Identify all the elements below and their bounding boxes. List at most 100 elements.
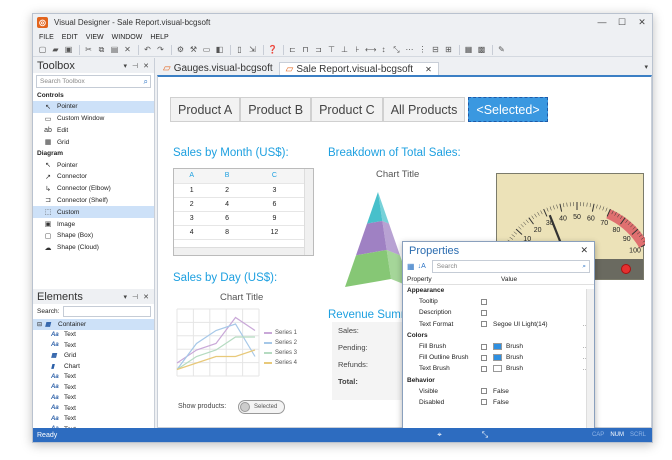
save-icon[interactable]: ▣ — [63, 45, 74, 55]
grid-toggle-icon[interactable]: ▦ — [463, 45, 474, 55]
menu-file[interactable]: FILE — [39, 34, 54, 41]
tab-product-a[interactable]: Product A — [170, 97, 241, 122]
tree-item[interactable]: ▮ Chart — [33, 361, 154, 372]
tab-list-icon[interactable]: ▾ — [644, 63, 648, 71]
snap-icon[interactable]: ▩ — [476, 45, 487, 55]
toolbox-item[interactable]: ↖ Pointer — [33, 159, 154, 171]
toolbox-section-header[interactable]: Controls — [33, 90, 154, 101]
close-icon[interactable]: ✕ — [580, 245, 588, 256]
property-value[interactable]: False — [493, 399, 509, 406]
property-checkbox[interactable] — [481, 298, 487, 305]
pin-icon[interactable]: ⊣ — [132, 62, 138, 70]
toolbox-item[interactable]: ab Edit — [33, 125, 154, 137]
property-checkbox[interactable] — [481, 399, 487, 406]
same-width-icon[interactable]: ⟷ — [365, 45, 376, 55]
property-value[interactable]: False — [493, 388, 509, 395]
paste-icon[interactable]: ▤ — [109, 45, 120, 55]
tree-item[interactable]: ▦ Grid — [33, 351, 154, 362]
horizontal-scrollbar[interactable] — [174, 247, 304, 255]
line-chart[interactable] — [173, 307, 263, 382]
align-left-icon[interactable]: ⊏ — [287, 45, 298, 55]
menu-help[interactable]: HELP — [150, 34, 168, 41]
build-icon[interactable]: ◧ — [214, 45, 225, 55]
toolbox-item[interactable]: ▦ Grid — [33, 136, 154, 148]
tree-root-container[interactable]: ⊟ ▦ Container — [33, 319, 154, 330]
cut-icon[interactable]: ✂ — [83, 45, 94, 55]
table-row[interactable]: 246 — [174, 197, 304, 212]
export-icon[interactable]: ⇲ — [247, 45, 258, 55]
property-row[interactable]: Visible False — [403, 386, 594, 397]
wrench-icon[interactable]: ⚒ — [188, 45, 199, 55]
toolbox-item[interactable]: ⊐ Connector (Shelf) — [33, 195, 154, 207]
settings-icon[interactable]: ⚙ — [175, 45, 186, 55]
property-value[interactable]: Segoe UI Light(14) — [493, 321, 548, 328]
vertical-scrollbar[interactable] — [304, 169, 313, 255]
toolbox-item[interactable]: ↗ Connector — [33, 171, 154, 183]
property-row[interactable]: Fill BrushBrush... — [403, 341, 594, 352]
open-folder-icon[interactable]: ▰ — [50, 45, 61, 55]
tab-product-b[interactable]: Product B — [240, 97, 312, 122]
property-row[interactable]: Text BrushBrush... — [403, 363, 594, 374]
menu-edit[interactable]: EDIT — [62, 34, 78, 41]
toolbox-item[interactable]: ☁ Shape (Cloud) — [33, 242, 154, 254]
tools-icon[interactable]: ✎ — [496, 45, 507, 55]
table-row[interactable]: 123 — [174, 183, 304, 198]
property-checkbox[interactable] — [481, 321, 487, 328]
delete-icon[interactable]: ✕ — [122, 45, 133, 55]
toolbox-item[interactable]: ⬚ Custom — [33, 206, 154, 219]
search-icon[interactable]: ⌕ — [582, 261, 586, 272]
property-checkbox[interactable] — [481, 343, 487, 350]
sort-az-icon[interactable]: ↓A — [418, 263, 426, 270]
property-value[interactable]: Brush — [506, 354, 523, 361]
tab-all-products[interactable]: All Products — [382, 97, 466, 122]
pin-icon[interactable]: ⊣ — [132, 293, 138, 301]
tab-selected[interactable]: <Selected> — [468, 97, 548, 122]
center-h-icon[interactable]: ⊟ — [430, 45, 441, 55]
tab-sale-report[interactable]: ▱ Sale Report.visual-bcgsoft ✕ — [278, 62, 439, 75]
tree-item[interactable]: Aa Text — [33, 382, 154, 393]
property-category[interactable]: Appearance — [403, 285, 594, 296]
tree-item[interactable]: Aa Text — [33, 403, 154, 414]
tab-gauges[interactable]: ▱ Gauges.visual-bcgsoft — [157, 62, 279, 75]
toolbox-search-input[interactable]: Search Toolbox ⌕ — [36, 75, 151, 88]
align-bottom-icon[interactable]: ⊦ — [352, 45, 363, 55]
properties-scrollbar[interactable] — [586, 289, 594, 433]
same-size-icon[interactable]: ⤡ — [391, 45, 402, 55]
minimize-button[interactable]: — — [592, 17, 612, 28]
table-row[interactable]: 4 8 12 — [174, 225, 304, 240]
property-checkbox[interactable] — [481, 388, 487, 395]
sales-month-grid[interactable]: ABC 123 246 369 4 8 12 — [173, 168, 314, 256]
tree-item[interactable]: Aa Text — [33, 393, 154, 404]
property-row[interactable]: Text FormatSegoe UI Light(14)... — [403, 319, 594, 330]
tree-item[interactable]: Aa Text — [33, 340, 154, 351]
toolbox-icon[interactable]: ▭ — [201, 45, 212, 55]
close-icon[interactable]: ✕ — [143, 293, 149, 301]
toolbox-item[interactable]: ↖ Pointer — [33, 101, 154, 113]
tree-item[interactable]: Aa Text — [33, 372, 154, 383]
property-checkbox[interactable] — [481, 354, 487, 361]
space-v-icon[interactable]: ⋮ — [417, 45, 428, 55]
property-checkbox[interactable] — [481, 309, 487, 316]
menu-window[interactable]: WINDOW — [112, 34, 143, 41]
undo-icon[interactable]: ↶ — [142, 45, 153, 55]
property-value[interactable]: Brush — [506, 343, 523, 350]
property-checkbox[interactable] — [481, 365, 487, 372]
space-h-icon[interactable]: ⋯ — [404, 45, 415, 55]
toolbox-item[interactable]: ↳ Connector (Elbow) — [33, 183, 154, 195]
toolbox-item[interactable]: ▢ Shape (Box) — [33, 230, 154, 242]
align-right-icon[interactable]: ⊐ — [313, 45, 324, 55]
elements-search-input[interactable] — [63, 306, 151, 317]
property-value[interactable]: Brush — [506, 365, 523, 372]
page-icon[interactable]: ▯ — [234, 45, 245, 55]
properties-search-input[interactable]: Search ⌕ — [431, 260, 590, 273]
close-icon[interactable]: ✕ — [143, 62, 149, 70]
dropdown-icon[interactable]: ▾ — [124, 293, 128, 301]
maximize-button[interactable]: ☐ — [612, 17, 632, 28]
same-height-icon[interactable]: ↕ — [378, 45, 389, 55]
table-row[interactable]: 369 — [174, 211, 304, 226]
property-row[interactable]: Disabled False — [403, 397, 594, 408]
help-icon[interactable]: ❓ — [267, 45, 278, 55]
search-icon[interactable]: ⌕ — [144, 77, 148, 87]
toolbox-item[interactable]: ▭ Custom Window — [33, 113, 154, 125]
menu-view[interactable]: VIEW — [86, 34, 104, 41]
